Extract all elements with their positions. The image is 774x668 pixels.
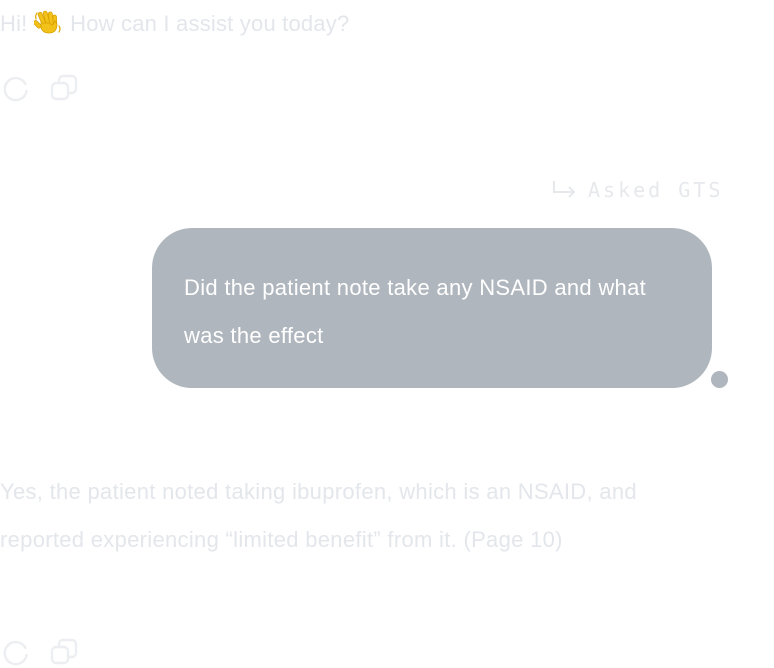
greeting-prefix: Hi!: [0, 11, 28, 36]
regenerate-icon: [3, 640, 28, 666]
asked-gts-label: Asked GTS: [552, 176, 722, 204]
waving-hand-icon: [32, 9, 64, 35]
reply-arrow-icon: [553, 181, 576, 198]
asked-gts-text: Asked GTS: [588, 178, 724, 202]
message-tail-dot: [711, 371, 728, 388]
copy-icon: [50, 638, 78, 665]
copy-button[interactable]: [48, 636, 80, 668]
assistant-reply-text: Yes, the patient noted taking ibuprofen,…: [0, 479, 637, 552]
greeting-actions: [0, 72, 80, 104]
regenerate-icon: [3, 76, 28, 102]
greeting-text: How can I assist you today?: [70, 11, 350, 36]
user-message-text: Did the patient note take any NSAID and …: [184, 275, 647, 348]
regenerate-button[interactable]: [0, 636, 32, 668]
greeting-message: Hi! How can I assist you today?: [0, 9, 349, 37]
reply-actions: [0, 636, 80, 668]
regenerate-button[interactable]: [0, 72, 32, 104]
assistant-reply: Yes, the patient noted taking ibuprofen,…: [0, 468, 650, 564]
copy-button[interactable]: [48, 72, 80, 104]
copy-icon: [50, 74, 78, 101]
user-message-bubble: Did the patient note take any NSAID and …: [152, 228, 712, 388]
